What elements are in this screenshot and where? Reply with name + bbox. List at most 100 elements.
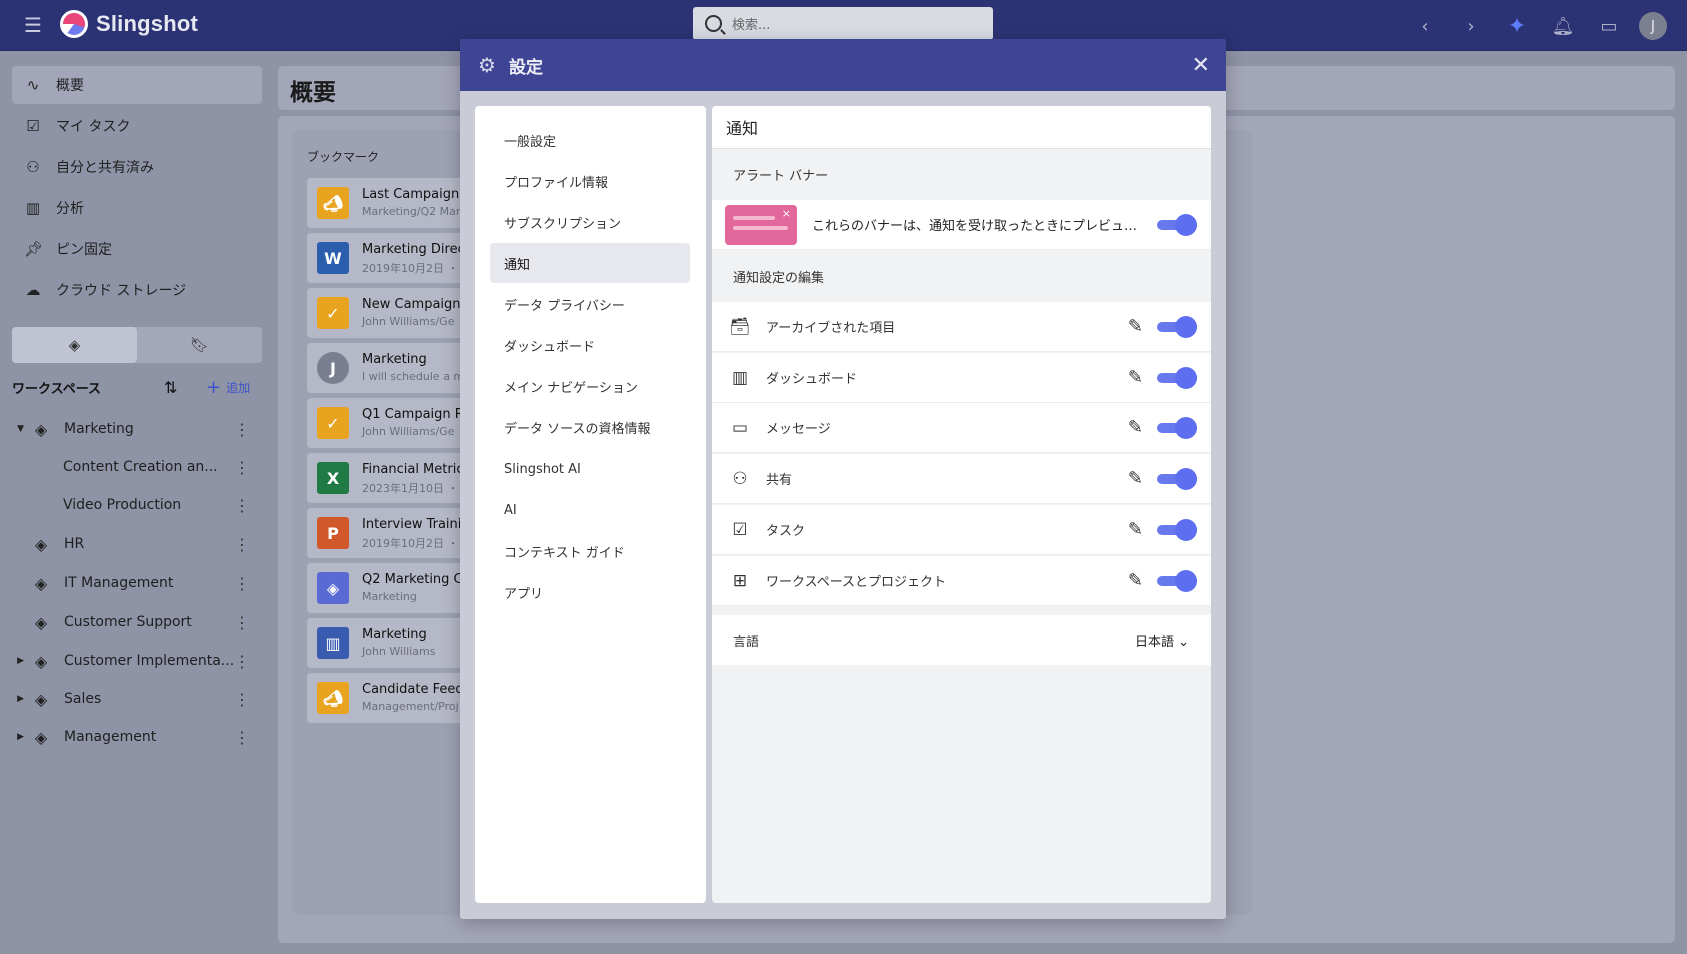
bookmark-name: Marketing: [362, 352, 427, 367]
settings-nav-dashboard[interactable]: ダッシュボード: [490, 325, 690, 365]
ai-sparkle-icon[interactable]: ✦: [1501, 10, 1533, 42]
pencil-icon[interactable]: ✎: [1128, 570, 1143, 591]
search-input[interactable]: 検索...: [693, 7, 993, 40]
bookmark-item[interactable]: X Financial Metric 2023年1月10日 ・: [307, 453, 467, 503]
workspace-item-customer-implementation[interactable]: ▶ ◈ Customer Implementa... ⋮: [12, 643, 262, 679]
notification-toggle[interactable]: [1157, 518, 1201, 541]
pin-icon: 📌︎: [24, 240, 44, 258]
forward-arrow-icon[interactable]: ›: [1455, 10, 1487, 42]
language-label: 言語: [733, 634, 760, 650]
user-avatar[interactable]: J: [1639, 12, 1667, 40]
bookmark-item[interactable]: ▥ Marketing John Williams: [307, 618, 467, 668]
more-options-icon[interactable]: ⋮: [234, 458, 250, 477]
workspace-item-customer-support[interactable]: ◈ Customer Support ⋮: [12, 604, 262, 640]
sort-icon[interactable]: ⇅: [164, 378, 177, 397]
settings-header: ⚙ 設定 ✕: [460, 39, 1226, 91]
cloud-icon: ☁: [25, 281, 41, 299]
sidebar-item-shared[interactable]: ⚇ 自分と共有済み: [12, 148, 262, 186]
bookmark-subtitle: John Williams/Ge: [362, 425, 455, 438]
bookmark-item[interactable]: ✓ New Campaign John Williams/Ge: [307, 288, 467, 338]
bell-icon[interactable]: 🔔︎: [1547, 10, 1579, 42]
sidebar-item-overview[interactable]: ∿ 概要: [12, 66, 262, 104]
alert-banner-toggle[interactable]: [1157, 213, 1201, 236]
sidebar-item-cloud-storage[interactable]: ☁ クラウド ストレージ: [12, 271, 262, 309]
settings-nav-profile[interactable]: プロファイル情報: [490, 161, 690, 201]
bookmark-item[interactable]: ✓ Q1 Campaign R John Williams/Ge: [307, 398, 467, 448]
pencil-icon[interactable]: ✎: [1128, 468, 1143, 489]
notifications-panel: 通知 アラート バナー × これらのバナーは、通知を受け取ったときにプレビューを…: [712, 106, 1211, 903]
pencil-icon[interactable]: ✎: [1128, 316, 1143, 337]
close-icon[interactable]: ✕: [1192, 53, 1210, 78]
sidebar-item-pinned[interactable]: 📌︎ ピン固定: [12, 230, 262, 268]
settings-nav-data-source-credentials[interactable]: データ ソースの資格情報: [490, 407, 690, 447]
chat-icon[interactable]: ▭: [1593, 10, 1625, 42]
workspace-item-content-creation[interactable]: Content Creation an... ⋮: [12, 449, 262, 485]
sidebar-item-analytics[interactable]: ▥ 分析: [12, 189, 262, 227]
workspace-label: Management: [64, 729, 157, 745]
add-workspace-button[interactable]: + 追加: [206, 377, 250, 398]
app-logo[interactable]: Slingshot: [60, 10, 198, 38]
workspace-item-video-production[interactable]: Video Production ⋮: [12, 487, 262, 523]
back-arrow-icon[interactable]: ‹: [1409, 10, 1441, 42]
gear-icon: ⚙: [478, 53, 496, 77]
notification-toggle[interactable]: [1157, 366, 1201, 389]
chevron-down-icon: ⌄: [1178, 634, 1189, 650]
bookmark-item[interactable]: 📣︎ Candidate Feed Management/Proj: [307, 673, 467, 723]
bookmark-tab-icon[interactable]: 🔖︎: [137, 327, 262, 363]
settings-nav-data-privacy[interactable]: データ プライバシー: [490, 284, 690, 324]
workspace-item-hr[interactable]: ◈ HR ⋮: [12, 526, 262, 562]
banner-preview-icon: ×: [725, 204, 797, 245]
workspace-item-management[interactable]: ▶ ◈ Management ⋮: [12, 719, 262, 755]
page-title: 概要: [290, 80, 336, 106]
settings-dialog: ⚙ 設定 ✕ 一般設定 プロファイル情報 サブスクリプション 通知 データ プラ…: [460, 39, 1226, 919]
settings-nav-context-guide[interactable]: コンテキスト ガイド: [490, 531, 690, 571]
bookmark-item[interactable]: J Marketing I will schedule a m: [307, 343, 467, 393]
pencil-icon[interactable]: ✎: [1128, 367, 1143, 388]
settings-nav-ai[interactable]: AI: [490, 490, 690, 530]
expand-caret-icon[interactable]: ▼: [12, 424, 26, 434]
workspace-label: HR: [64, 536, 85, 552]
settings-nav-notifications[interactable]: 通知: [490, 243, 690, 283]
notification-toggle[interactable]: [1157, 315, 1201, 338]
settings-nav-general[interactable]: 一般設定: [490, 120, 690, 160]
workspace-label: Customer Implementa...: [64, 653, 235, 669]
bookmark-item[interactable]: ◈ Q2 Marketing C Marketing: [307, 563, 467, 613]
notification-toggle[interactable]: [1157, 467, 1201, 490]
language-select[interactable]: 日本語 ⌄: [1135, 631, 1189, 650]
more-options-icon[interactable]: ⋮: [234, 535, 250, 554]
bookmark-subtitle: 2023年1月10日 ・: [362, 482, 459, 495]
notification-toggle[interactable]: [1157, 416, 1201, 439]
settings-nav-apps[interactable]: アプリ: [490, 572, 690, 612]
more-options-icon[interactable]: ⋮: [234, 496, 250, 515]
banner-description: これらのバナーは、通知を受け取ったときにプレビューを提供し...: [812, 219, 1142, 234]
settings-nav-subscription[interactable]: サブスクリプション: [490, 202, 690, 242]
more-options-icon[interactable]: ⋮: [234, 574, 250, 593]
more-options-icon[interactable]: ⋮: [234, 690, 250, 709]
pencil-icon[interactable]: ✎: [1128, 417, 1143, 438]
workspace-item-sales[interactable]: ▶ ◈ Sales ⋮: [12, 681, 262, 717]
settings-nav-slingshot-ai[interactable]: Slingshot AI: [490, 449, 690, 489]
excel-icon: X: [317, 462, 349, 494]
bookmark-item[interactable]: W Marketing Direc 2019年10月2日 ・: [307, 233, 467, 283]
settings-nav-main-navigation[interactable]: メイン ナビゲーション: [490, 366, 690, 406]
dashboard-chart-icon: ▥: [317, 627, 349, 659]
dashboard-icon: ▥: [731, 367, 749, 388]
sidebar-item-my-tasks[interactable]: ☑ マイ タスク: [12, 107, 262, 145]
bookmark-item[interactable]: P Interview Traini 2019年10月2日 ・: [307, 508, 467, 558]
workspace-item-it-management[interactable]: ◈ IT Management ⋮: [12, 565, 262, 601]
more-options-icon[interactable]: ⋮: [234, 728, 250, 747]
pencil-icon[interactable]: ✎: [1128, 519, 1143, 540]
expand-caret-icon[interactable]: ▶: [12, 656, 26, 666]
workspace-label: Marketing: [64, 421, 134, 437]
expand-caret-icon[interactable]: ▶: [12, 694, 26, 704]
more-options-icon[interactable]: ⋮: [234, 420, 250, 439]
clipboard-check-icon: ✓: [317, 297, 349, 329]
layers-tab-icon[interactable]: ◈: [12, 327, 137, 363]
expand-caret-icon[interactable]: ▶: [12, 732, 26, 742]
workspace-item-marketing[interactable]: ▼ ◈ Marketing ⋮: [12, 411, 262, 447]
more-options-icon[interactable]: ⋮: [234, 613, 250, 632]
bookmark-item[interactable]: 📣︎ Last Campaign Marketing/Q2 Mar: [307, 178, 467, 228]
hamburger-menu-icon[interactable]: ☰: [24, 15, 44, 35]
more-options-icon[interactable]: ⋮: [234, 652, 250, 671]
notification-toggle[interactable]: [1157, 569, 1201, 592]
